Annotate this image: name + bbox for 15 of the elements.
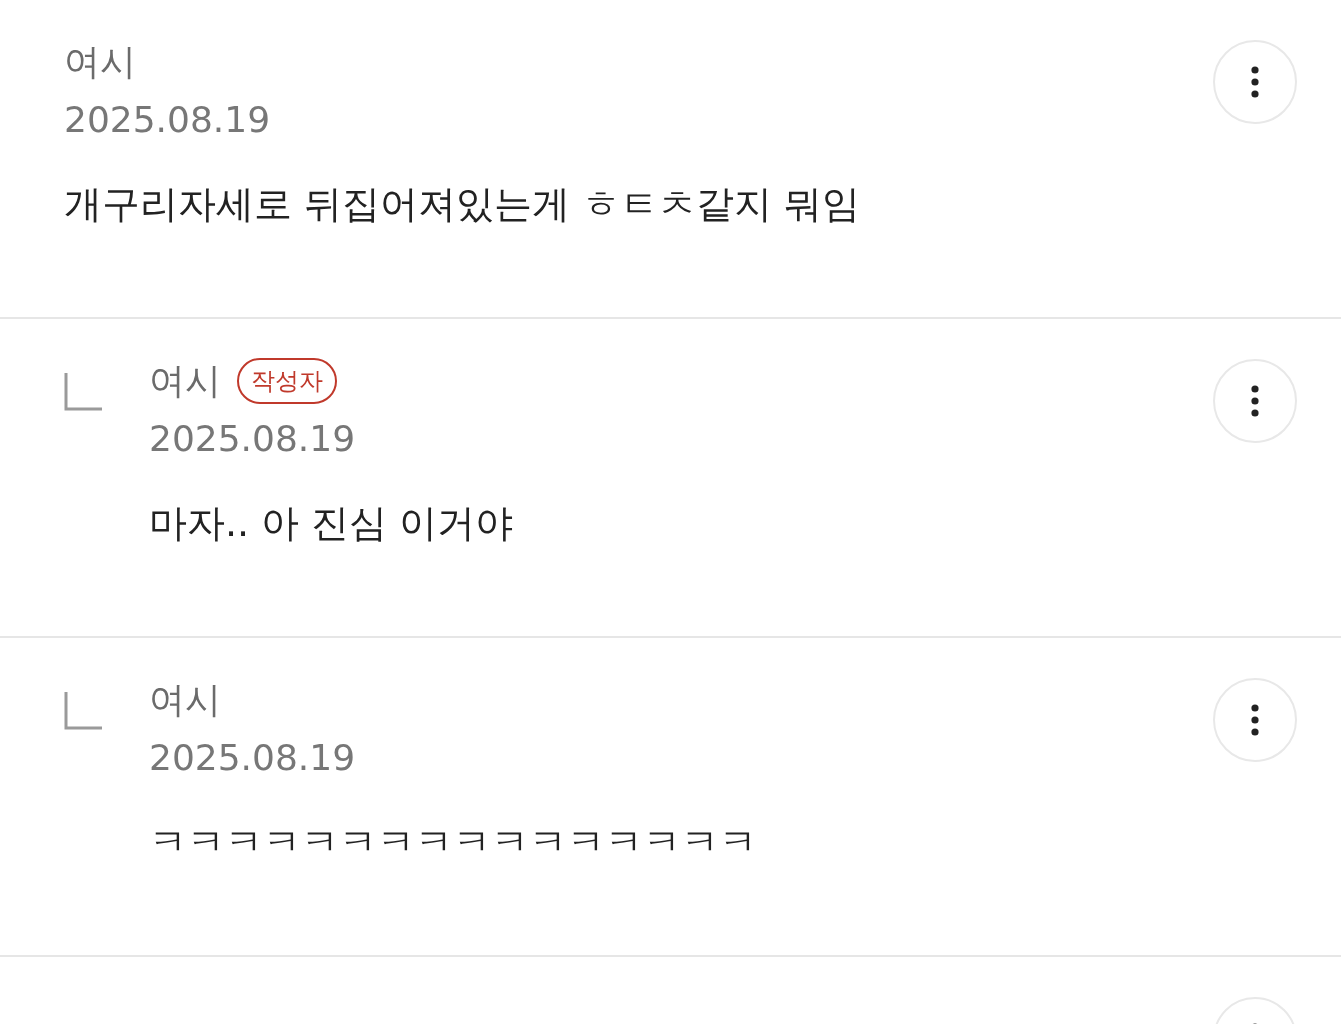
comment-text: 마자.. 아 진심 이거야 — [149, 500, 515, 547]
comment-text: ㅋㅋㅋㅋㅋㅋㅋㅋㅋㅋㅋㅋㅋㅋㅋㅋ — [149, 819, 758, 866]
comment-date: 2025.08.19 — [149, 736, 357, 780]
comment-date: 2025.08.19 — [64, 98, 272, 142]
author-name: 여시 — [64, 40, 136, 84]
comment-date: 2025.08.19 — [149, 417, 357, 461]
writer-badge: 작성자 — [237, 358, 337, 404]
reply-indent-icon — [64, 373, 102, 411]
comment-text: 개구리자세로 뒤집어져있는게 ㅎㅌㅊ같지 뭐임 — [64, 181, 862, 228]
author-name: 여시 — [149, 359, 221, 403]
more-icon — [1251, 385, 1259, 417]
more-icon — [1251, 704, 1259, 736]
author-name: 여시 — [149, 678, 221, 722]
more-icon — [1251, 66, 1259, 98]
reply-indent-icon — [64, 692, 102, 730]
